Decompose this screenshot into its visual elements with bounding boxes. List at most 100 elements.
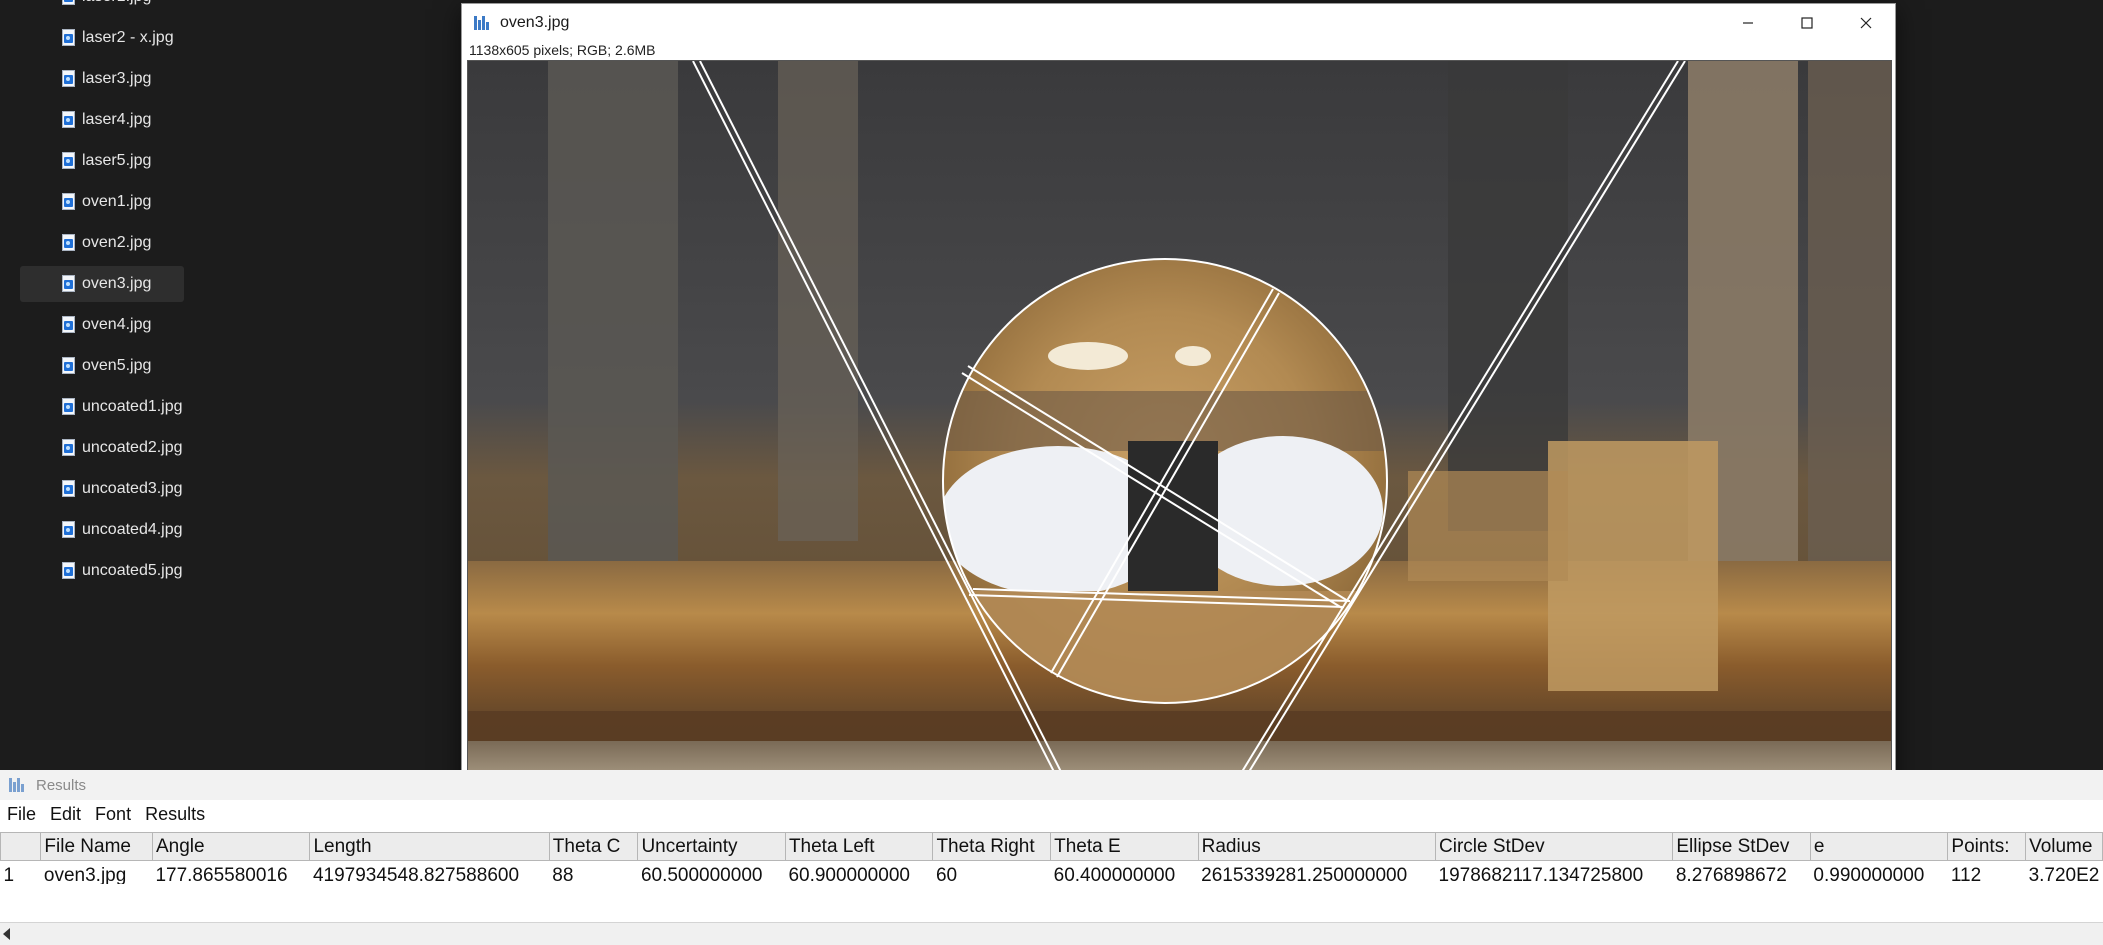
menu-file[interactable]: File <box>0 804 43 825</box>
column-header[interactable]: Radius <box>1197 832 1437 861</box>
table-cell: 88 <box>552 864 574 884</box>
file-name-label: oven2.jpg <box>82 234 152 251</box>
file-name-label: oven5.jpg <box>82 357 152 374</box>
image-info-line: 1138x605 pixels; RGB; 2.6MB <box>469 42 656 58</box>
column-header[interactable]: e <box>1809 832 1949 861</box>
column-header[interactable]: Circle StDev <box>1434 832 1674 861</box>
column-header[interactable] <box>0 832 42 861</box>
file-item[interactable]: uncoated1.jpg <box>20 389 184 425</box>
table-cell: 3.720E2 <box>2028 864 2100 884</box>
file-item[interactable]: laser4.jpg <box>20 102 184 138</box>
results-menubar: File Edit Font Results <box>0 800 2103 828</box>
image-file-icon <box>62 521 76 539</box>
file-item[interactable]: laser1.jpg <box>20 0 184 15</box>
table-cell: 112 <box>1950 864 1982 884</box>
results-header-row: File Name Angle Length Theta C Uncertainty Th… <box>0 832 2103 861</box>
menu-edit[interactable]: Edit <box>43 804 88 825</box>
file-item[interactable]: uncoated2.jpg <box>20 430 184 466</box>
table-cell: 60.900000000 <box>788 864 910 884</box>
file-item[interactable]: oven5.jpg <box>20 348 184 384</box>
menu-results[interactable]: Results <box>138 804 212 825</box>
file-name-label: uncoated4.jpg <box>82 521 183 538</box>
column-header[interactable]: Points: <box>1947 832 2027 861</box>
imagej-app-icon <box>473 14 491 32</box>
column-header[interactable]: Ellipse StDev <box>1672 832 1811 861</box>
column-header[interactable]: Volume <box>2025 832 2103 861</box>
minimize-icon <box>1743 22 1753 24</box>
image-file-icon <box>62 562 76 580</box>
file-name-label: uncoated5.jpg <box>82 562 183 579</box>
file-name-label: oven4.jpg <box>82 316 152 333</box>
droplet-photo[interactable] <box>468 61 1892 818</box>
column-header[interactable]: Theta Left <box>784 832 934 861</box>
file-item[interactable]: uncoated5.jpg <box>20 553 184 589</box>
column-header[interactable]: Theta C <box>548 832 639 861</box>
image-file-icon <box>62 152 76 170</box>
file-name-label: uncoated1.jpg <box>82 398 183 415</box>
column-header[interactable]: Theta Right <box>932 832 1052 861</box>
file-explorer: laser1.jpg laser2 - x.jpg laser3.jpg laser4… <box>0 0 470 770</box>
image-canvas[interactable] <box>467 60 1892 818</box>
file-name-label: laser1.jpg <box>82 0 151 6</box>
table-cell: 1 <box>3 864 15 884</box>
close-button[interactable] <box>1837 4 1895 42</box>
menu-font[interactable]: Font <box>88 804 138 825</box>
column-header[interactable]: Length <box>309 832 550 861</box>
table-cell: 60.500000000 <box>640 864 763 884</box>
table-cell: oven3.jpg <box>43 864 127 884</box>
image-file-icon <box>62 29 76 47</box>
table-cell: 8.276898672 <box>1675 864 1787 884</box>
image-file-icon <box>62 193 76 211</box>
file-name-label: laser5.jpg <box>82 152 152 169</box>
close-icon <box>1860 17 1872 29</box>
file-name-label: oven3.jpg <box>82 275 152 292</box>
column-header[interactable]: Theta E <box>1050 832 1199 861</box>
scroll-left-arrow-icon[interactable] <box>3 928 10 940</box>
file-item[interactable]: uncoated3.jpg <box>20 471 184 507</box>
table-cell: 4197934548.827588600 <box>312 864 520 884</box>
results-titlebar[interactable]: Results <box>0 770 2103 800</box>
file-item[interactable]: oven4.jpg <box>20 307 184 343</box>
column-header[interactable]: File Name <box>40 832 153 861</box>
horizontal-scrollbar[interactable] <box>0 922 2103 945</box>
minimize-button[interactable] <box>1719 4 1777 42</box>
results-app-icon <box>8 776 26 794</box>
file-name-label: laser2 - x.jpg <box>82 29 174 46</box>
file-item[interactable]: oven2.jpg <box>20 225 184 261</box>
file-name-label: uncoated2.jpg <box>82 439 183 456</box>
table-cell: 2615339281.250000000 <box>1201 864 1408 884</box>
image-window: oven3.jpg 1138x605 pixels; RGB; 2.6MB <box>461 3 1896 821</box>
file-item[interactable]: uncoated4.jpg <box>20 512 184 548</box>
table-cell: 60.400000000 <box>1053 864 1176 884</box>
image-file-icon <box>62 357 76 375</box>
table-row[interactable]: 1 oven3.jpg 177.865580016 4197934548.827588… <box>1 861 2103 884</box>
file-item[interactable]: oven3.jpg <box>20 266 184 302</box>
file-name-label: laser4.jpg <box>82 111 152 128</box>
results-table: File Name Angle Length Theta C Uncertainty Th… <box>0 832 2103 884</box>
image-file-icon <box>62 0 76 6</box>
image-file-icon <box>62 70 76 88</box>
table-cell: 60 <box>935 864 958 884</box>
file-name-label: oven1.jpg <box>82 193 152 210</box>
table-cell: 1978682117.134725800 <box>1438 864 1644 884</box>
column-header[interactable]: Uncertainty <box>637 832 786 861</box>
file-item[interactable]: laser2 - x.jpg <box>20 20 184 56</box>
image-file-icon <box>62 316 76 334</box>
image-window-titlebar[interactable]: oven3.jpg <box>462 4 1895 42</box>
maximize-button[interactable] <box>1778 4 1836 42</box>
image-file-icon <box>62 439 76 457</box>
file-item[interactable]: laser5.jpg <box>20 143 184 179</box>
file-item[interactable]: oven1.jpg <box>20 184 184 220</box>
results-table-container[interactable]: File Name Angle Length Theta C Uncertainty Th… <box>0 832 2103 884</box>
table-cell: 0.990000000 <box>1813 864 1925 884</box>
image-file-icon <box>62 480 76 498</box>
image-file-icon <box>62 111 76 129</box>
file-name-label: uncoated3.jpg <box>82 480 183 497</box>
image-window-title: oven3.jpg <box>500 14 570 31</box>
column-header[interactable]: Angle <box>151 832 311 861</box>
results-window: Results File Edit Font Results File Name… <box>0 770 2103 945</box>
file-item[interactable]: laser3.jpg <box>20 61 184 97</box>
file-name-label: laser3.jpg <box>82 70 152 87</box>
image-file-icon <box>62 398 76 416</box>
table-cell: 177.865580016 <box>155 864 288 884</box>
